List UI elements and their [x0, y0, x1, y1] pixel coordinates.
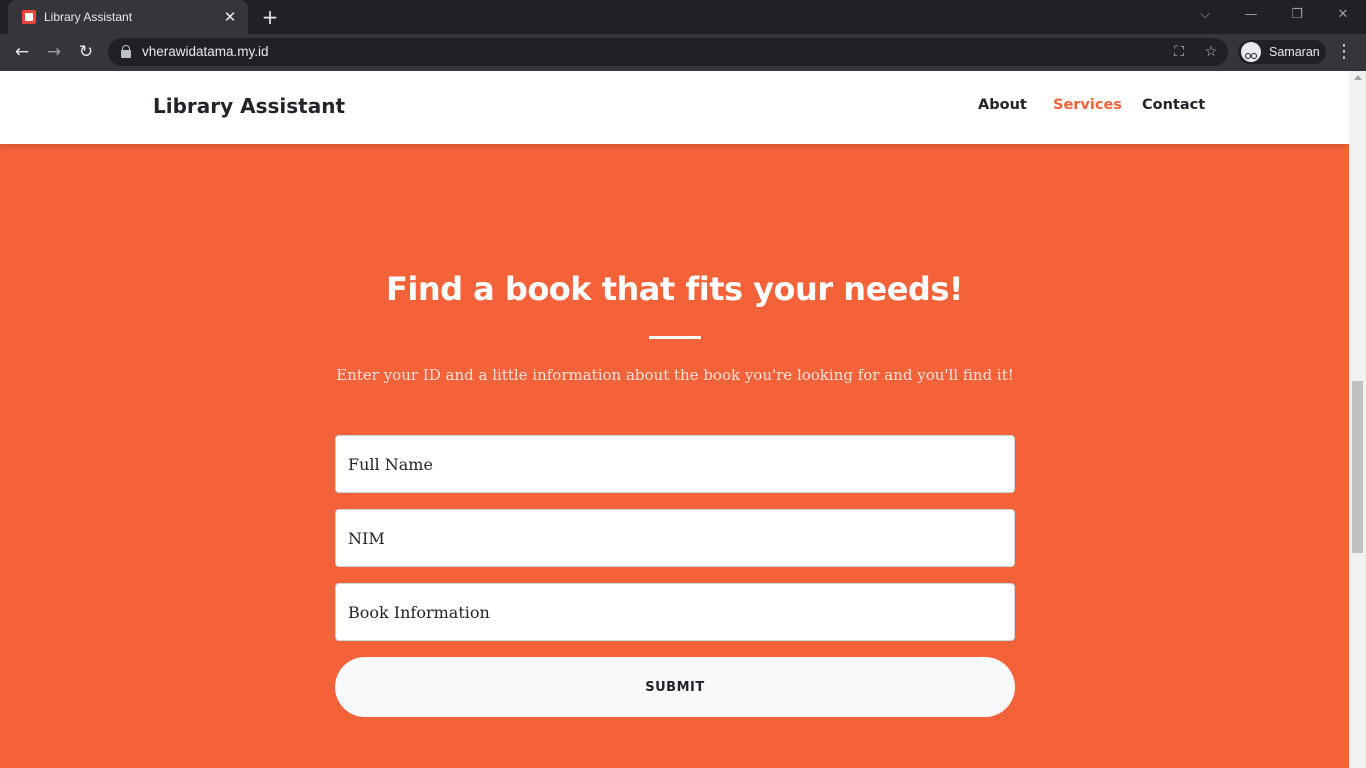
lock-icon[interactable] — [121, 45, 131, 58]
nav-link-about[interactable]: About — [978, 97, 1027, 113]
submit-button[interactable]: SUBMIT — [335, 657, 1015, 717]
incognito-profile-button[interactable]: Samaran — [1238, 40, 1326, 64]
forward-button[interactable]: → — [41, 39, 67, 65]
bookmark-star-icon[interactable]: ☆ — [1200, 41, 1222, 63]
site-brand[interactable]: Library Assistant — [153, 94, 345, 118]
reload-button[interactable]: ↻ — [73, 39, 99, 65]
profile-name: Samaran — [1269, 45, 1320, 59]
minimize-button[interactable]: — — [1228, 0, 1274, 30]
browser-tab[interactable]: Library Assistant ✕ — [8, 0, 248, 34]
book-information-input[interactable] — [335, 583, 1015, 641]
page-scrollbar[interactable] — [1349, 71, 1366, 768]
tab-close-icon[interactable]: ✕ — [222, 9, 238, 25]
nim-input[interactable] — [335, 509, 1015, 567]
restore-button[interactable]: ❐ — [1274, 0, 1320, 30]
site-navbar: Library Assistant About Services Contact — [0, 71, 1349, 144]
nav-link-services[interactable]: Services — [1053, 97, 1122, 113]
browser-menu-icon[interactable]: ⋮ — [1334, 41, 1354, 63]
site-favicon-icon — [22, 10, 36, 24]
back-button[interactable]: ← — [9, 39, 35, 65]
tab-search-chevron-icon[interactable]: ⌵ — [1182, 0, 1228, 30]
scroll-up-arrow-icon[interactable] — [1354, 75, 1362, 80]
address-bar[interactable] — [108, 38, 1228, 66]
full-name-input[interactable] — [335, 435, 1015, 493]
title-divider — [649, 336, 701, 339]
scrollbar-thumb[interactable] — [1352, 381, 1363, 553]
incognito-icon — [1241, 42, 1261, 62]
url-text[interactable]: vherawidatama.my.id — [142, 44, 269, 59]
page-subtitle: Enter your ID and a little information a… — [336, 366, 1014, 384]
page-viewport: Library Assistant About Services Contact… — [0, 71, 1349, 768]
new-tab-button[interactable]: + — [258, 5, 282, 29]
translate-icon[interactable]: ⛶ — [1168, 41, 1190, 63]
nav-link-contact[interactable]: Contact — [1142, 97, 1205, 113]
window-close-button[interactable]: ✕ — [1320, 0, 1366, 30]
page-title: Find a book that fits your needs! — [386, 270, 963, 308]
tab-strip: Library Assistant ✕ + ⌵ — ❐ ✕ — [0, 0, 1366, 34]
tab-title: Library Assistant — [44, 10, 133, 24]
